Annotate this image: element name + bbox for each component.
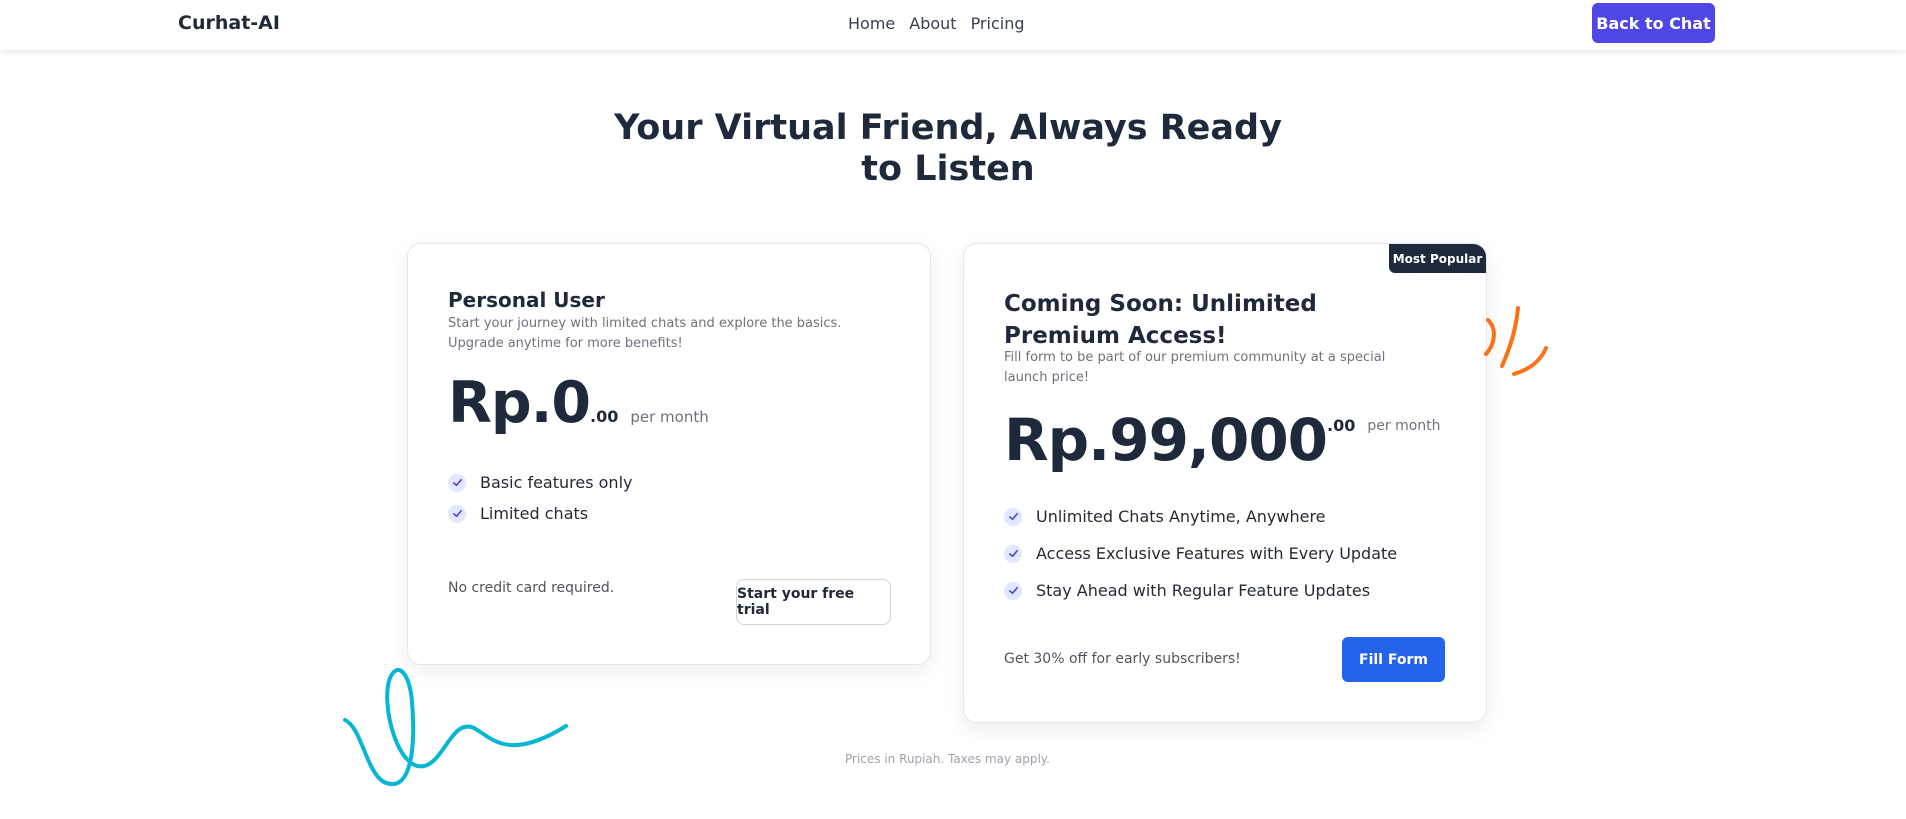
plan-description: Start your journey with limited chats an… [448,316,842,351]
nav-link-home[interactable]: Home [848,14,895,33]
back-to-chat-button[interactable]: Back to Chat [1592,3,1715,43]
most-popular-badge: Most Popular [1389,244,1486,273]
cyan-squiggle-decoration [343,668,568,786]
pricing-footnote: Prices in Rupiah. Taxes may apply. [844,752,1050,766]
price-cents: .00 [590,407,619,426]
nav-link-pricing[interactable]: Pricing [971,14,1025,33]
plan-title: Personal User [448,288,605,312]
list-item: Access Exclusive Features with Every Upd… [1004,544,1397,563]
plan-price: Rp.99,000 .00 per month [1004,406,1441,474]
feature-text: Unlimited Chats Anytime, Anywhere [1036,507,1326,526]
price-period: per month [1367,418,1441,434]
price-amount: Rp.99,000 [1004,406,1328,474]
price-amount: Rp.0 [448,370,591,436]
feature-text: Stay Ahead with Regular Feature Updates [1036,581,1371,600]
check-icon [1004,544,1022,563]
plan-price: Rp.0 .00 per month [448,370,709,436]
list-item: Basic features only [448,473,632,492]
check-icon [1004,507,1022,526]
check-icon [448,473,466,492]
plan-card-premium: Most Popular Coming Soon: Unlimited Prem… [963,243,1487,723]
check-icon [448,504,466,523]
price-period: per month [630,408,709,426]
feature-text: Limited chats [480,504,589,523]
list-item: Limited chats [448,504,632,523]
orange-squiggle-decoration [1484,306,1548,376]
plan-description: Fill form to be part of our premium comm… [1004,350,1386,385]
plan-footnote: No credit card required. [448,580,615,596]
plan-footnote: Get 30% off for early subscribers! [1004,651,1241,667]
check-icon [1004,581,1022,600]
main-nav: Home About Pricing [848,14,1025,33]
feature-list: Basic features only Limited chats [448,473,632,523]
list-item: Stay Ahead with Regular Feature Updates [1004,581,1397,600]
feature-text: Basic features only [480,473,633,492]
feature-text: Access Exclusive Features with Every Upd… [1036,544,1398,563]
fill-form-button[interactable]: Fill Form [1342,637,1445,682]
plan-title: Coming Soon: Unlimited Premium Access! [1004,291,1317,349]
price-cents: .00 [1327,416,1356,435]
start-free-trial-button[interactable]: Start your free trial [736,579,891,625]
brand-logo-text[interactable]: Curhat-AI [178,12,280,34]
top-navbar: Curhat-AI Home About Pricing Back to Cha… [0,0,1906,50]
feature-list: Unlimited Chats Anytime, Anywhere Access… [1004,507,1397,600]
list-item: Unlimited Chats Anytime, Anywhere [1004,507,1397,526]
plan-card-personal: Personal User Start your journey with li… [407,243,931,665]
nav-link-about[interactable]: About [909,14,956,33]
hero-title: Your Virtual Friend, Always Ready to Lis… [614,108,1282,189]
